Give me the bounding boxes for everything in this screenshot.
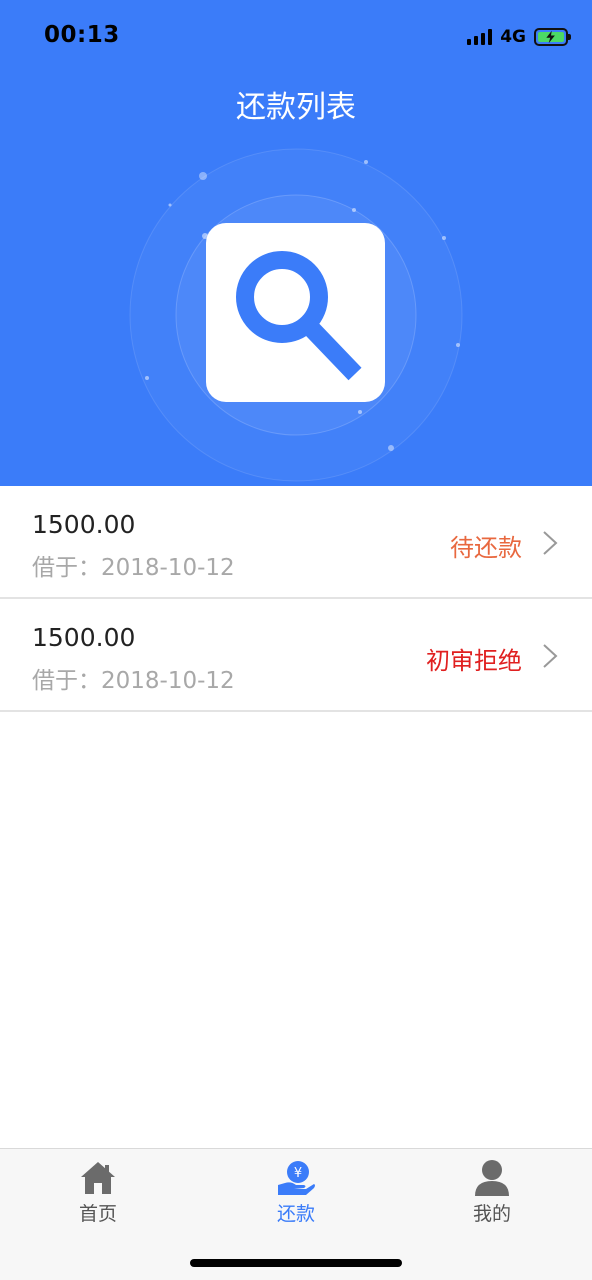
loan-status: 初审拒绝 [426, 647, 522, 675]
home-icon [81, 1162, 115, 1194]
tab-mine[interactable]: 我的 [432, 1159, 552, 1226]
tab-mine-label: 我的 [472, 1203, 511, 1225]
loan-amount: 1500.00 [32, 510, 136, 539]
loan-date-label: 借于： [32, 668, 101, 694]
chevron-right-icon [543, 644, 558, 668]
page-title: 还款列表 [236, 90, 356, 125]
tab-repay-label: 还款 [276, 1203, 315, 1225]
loan-date: 2018-10-12 [101, 668, 235, 694]
loan-date-label: 借于： [32, 555, 101, 581]
loan-date: 2018-10-12 [101, 555, 235, 581]
svg-text:¥: ¥ [294, 1166, 302, 1181]
repay-hand-yen-icon: ¥ [278, 1161, 315, 1195]
loan-row[interactable]: 1500.00 借于：2018-10-12 初审拒绝 [0, 599, 592, 712]
status-time: 00:13 [44, 22, 120, 48]
chevron-right-icon [543, 531, 558, 555]
user-icon [475, 1160, 509, 1196]
loan-amount: 1500.00 [32, 623, 136, 652]
loan-status: 待还款 [450, 534, 522, 562]
header: 00:13 4G 还款列表 [0, 0, 592, 486]
tab-home[interactable]: 首页 [38, 1159, 158, 1226]
status-indicators: 4G [467, 24, 571, 50]
signal-icon [467, 29, 493, 45]
tab-home-label: 首页 [78, 1203, 117, 1225]
status-bar: 00:13 4G [0, 0, 592, 70]
loan-list: 1500.00 借于：2018-10-12 待还款 1500.00 借于：201… [0, 486, 592, 712]
network-type: 4G [500, 27, 526, 47]
charging-bolt-icon [546, 30, 555, 44]
loan-date-line: 借于：2018-10-12 [32, 548, 235, 582]
battery-icon [534, 28, 571, 46]
search-illustration [129, 148, 463, 482]
tab-repay[interactable]: ¥ 还款 [236, 1159, 356, 1226]
home-indicator[interactable] [190, 1259, 402, 1267]
loan-date-line: 借于：2018-10-12 [32, 661, 235, 695]
loan-row[interactable]: 1500.00 借于：2018-10-12 待还款 [0, 486, 592, 599]
